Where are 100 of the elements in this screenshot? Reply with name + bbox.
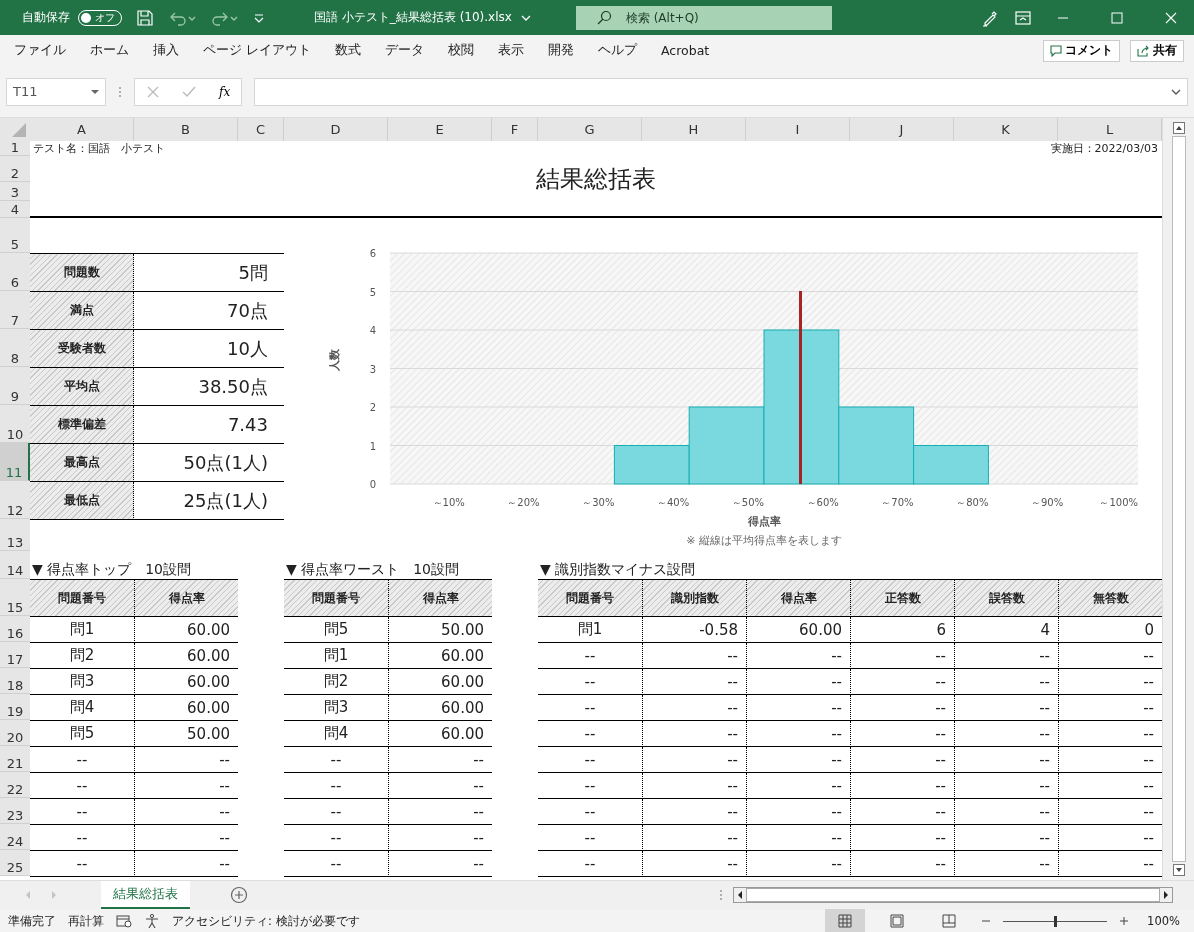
table-cell: 60.00	[388, 669, 492, 695]
expand-icon[interactable]	[1171, 87, 1181, 96]
row-header[interactable]: 22	[0, 772, 30, 798]
row-header[interactable]: 21	[0, 746, 30, 772]
section-heading: ▼ 得点率トップ 10設問	[31, 561, 193, 579]
row-header[interactable]: 17	[0, 642, 30, 668]
table-cell: 60.00	[746, 617, 850, 643]
comment-button[interactable]: コメント	[1043, 39, 1120, 62]
row-header[interactable]: 9	[0, 367, 30, 405]
row-header[interactable]: 20	[0, 720, 30, 746]
row-header[interactable]: 19	[0, 694, 30, 720]
column-header[interactable]: E	[388, 118, 492, 141]
column-header[interactable]: J	[850, 118, 954, 141]
table-cell: --	[746, 851, 850, 877]
row-header[interactable]: 23	[0, 798, 30, 824]
column-header[interactable]: D	[284, 118, 388, 141]
ribbon-tab[interactable]: 表示	[486, 42, 536, 59]
y-tick-label: 5	[369, 286, 376, 298]
search-icon	[595, 9, 612, 26]
column-header[interactable]: F	[492, 118, 538, 141]
table-cell: --	[388, 773, 492, 799]
status-recalculate[interactable]: 再計算	[68, 913, 104, 929]
table-cell: --	[746, 747, 850, 773]
column-header[interactable]: A	[30, 118, 134, 141]
column-heading: 正答数	[850, 580, 954, 617]
insert-function-button[interactable]: fx	[219, 84, 231, 99]
row-header[interactable]: 25	[0, 850, 30, 876]
column-header[interactable]: B	[134, 118, 238, 141]
comment-icon	[1050, 44, 1062, 57]
macro-record-icon[interactable]	[116, 914, 132, 928]
save-icon[interactable]	[136, 8, 154, 27]
stat-value: 25点(1人)	[134, 482, 284, 520]
section-heading: ▼ 得点率ワースト 10設問	[285, 561, 461, 579]
ribbon-tab[interactable]: ページ レイアウト	[191, 42, 323, 59]
column-header[interactable]: K	[954, 118, 1058, 141]
close-icon[interactable]	[1164, 10, 1178, 25]
row-header[interactable]: 18	[0, 668, 30, 694]
row-header[interactable]: 13	[0, 519, 30, 551]
row-header[interactable]: 2	[0, 156, 30, 182]
scroll-down-icon[interactable]	[1172, 864, 1185, 876]
column-header[interactable]: C	[238, 118, 284, 141]
row-header[interactable]: 7	[0, 291, 30, 329]
search-field[interactable]: 検索 (Alt+Q)	[575, 5, 832, 30]
ribbon-tab[interactable]: ファイル	[2, 42, 78, 59]
ribbon-tab[interactable]: データ	[373, 42, 436, 59]
column-heading: 無答数	[1058, 580, 1162, 617]
stat-label: 受験者数	[30, 330, 134, 368]
row-header[interactable]: 24	[0, 824, 30, 850]
ribbon-tab[interactable]: 校閲	[436, 42, 486, 59]
share-button[interactable]: 共有	[1130, 39, 1184, 62]
table-cell: --	[954, 747, 1058, 773]
accessibility-status[interactable]: アクセシビリティ: 検討が必要です	[172, 913, 360, 929]
row-header[interactable]: 12	[0, 481, 30, 519]
file-name[interactable]: 国語 小テスト_結果総括表 (10).xlsx	[314, 9, 512, 26]
row-header[interactable]: 11	[0, 443, 30, 481]
test-date: 実施日：2022/03/03	[1049, 141, 1159, 156]
row-header[interactable]: 14	[0, 551, 30, 579]
ribbon-tab[interactable]: 開発	[536, 42, 586, 59]
table-cell: --	[850, 799, 954, 825]
table-cell: --	[30, 825, 134, 851]
dropdown-icon	[91, 88, 99, 95]
ribbon-tab[interactable]: 挿入	[141, 42, 191, 59]
column-header[interactable]: I	[746, 118, 850, 141]
row-header[interactable]: 16	[0, 616, 30, 642]
column-heading: 誤答数	[954, 580, 1058, 617]
accessibility-icon[interactable]	[144, 913, 160, 929]
add-sheet-icon[interactable]	[230, 886, 248, 904]
row-header[interactable]: 15	[0, 579, 30, 616]
ribbon-tab[interactable]: ヘルプ	[586, 42, 649, 59]
ribbon-tab[interactable]: 数式	[323, 42, 373, 59]
row-header[interactable]: 10	[0, 405, 30, 443]
ribbon-tab[interactable]: ホーム	[78, 42, 141, 59]
scroll-up-icon[interactable]	[1172, 122, 1185, 134]
table-cell: 60.00	[134, 643, 238, 669]
column-header[interactable]: H	[642, 118, 746, 141]
table-cell: 問3	[30, 669, 134, 695]
row-header[interactable]: 6	[0, 253, 30, 291]
sheet-tab[interactable]: 結果総括表	[101, 881, 190, 909]
normal-view-button[interactable]	[825, 909, 866, 932]
table-cell: --	[30, 773, 134, 799]
name-box[interactable]: T11	[6, 77, 106, 106]
table-cell: --	[538, 825, 642, 851]
vertical-scrollbar[interactable]	[1162, 118, 1194, 880]
row-header[interactable]: 8	[0, 329, 30, 367]
zoom-level[interactable]: 100%	[1147, 914, 1180, 928]
ribbon-tab[interactable]: Acrobat	[649, 43, 722, 58]
maximize-icon[interactable]	[1110, 10, 1124, 25]
row-header[interactable]: 3	[0, 182, 30, 201]
row-header[interactable]: 4	[0, 201, 30, 218]
zoom-thumb[interactable]	[1054, 915, 1058, 927]
zoom-in-icon[interactable]	[1119, 916, 1130, 926]
horizontal-scrollbar[interactable]	[733, 887, 1173, 903]
x-tick-label: ～60%	[806, 497, 839, 508]
row-header[interactable]: 1	[0, 141, 30, 156]
column-header[interactable]: G	[538, 118, 642, 141]
ribbon-display-icon[interactable]	[1014, 9, 1032, 26]
row-header[interactable]: 5	[0, 218, 30, 253]
y-tick-label: 6	[369, 248, 376, 259]
table-cell: 60.00	[388, 695, 492, 721]
formula-input[interactable]	[254, 77, 1188, 106]
